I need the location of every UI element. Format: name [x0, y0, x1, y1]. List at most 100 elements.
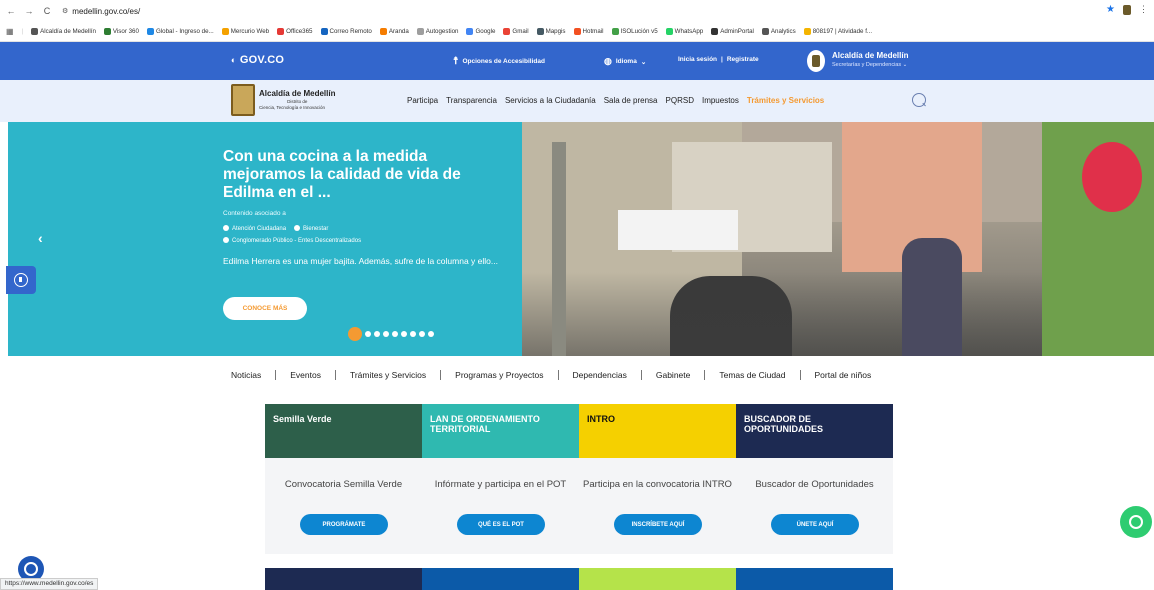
carousel-prev-icon[interactable]: ‹ [38, 230, 43, 246]
bookmark-item[interactable]: Autogestion [416, 28, 458, 35]
card-title: Infórmate y participa en el POT [434, 479, 567, 490]
bookmark-label: Mapgis [545, 28, 566, 35]
bookmark-item[interactable]: Alcaldía de Medellín [31, 28, 96, 35]
bookmark-item[interactable]: Mercurio Web [221, 28, 269, 35]
bookmark-label: ISOLución v5 [620, 28, 658, 35]
menu-item[interactable]: Participa [407, 96, 438, 105]
bookmark-item[interactable]: Aranda [379, 28, 409, 35]
carousel-dot-6[interactable] [401, 331, 407, 337]
bookmark-item[interactable]: Google [466, 28, 495, 35]
bookmark-item[interactable]: ISOLución v5 [611, 28, 658, 35]
bookmark-item[interactable]: WhatsApp [665, 28, 703, 35]
bookmark-label: AdminPortal [720, 28, 754, 35]
secondary-nav-item[interactable]: Gabinete [642, 370, 706, 380]
language-select[interactable]: ◍ Idioma ⌄ [604, 56, 646, 67]
bookmark-item[interactable]: 808197 | Atividade f... [803, 28, 873, 35]
bookmark-item[interactable]: AdminPortal [711, 28, 754, 35]
secondary-nav-item[interactable]: Noticias [231, 370, 277, 380]
card-button[interactable]: INSCRÍBETE AQUÍ [614, 514, 702, 535]
site-info-icon[interactable]: ⚙ [62, 7, 68, 15]
menu-item[interactable]: Sala de prensa [604, 96, 658, 105]
secondary-nav-item[interactable]: Portal de niños [801, 370, 886, 380]
card-image-text: INTRO [587, 414, 615, 424]
back-icon[interactable]: ← [4, 4, 18, 18]
carousel-dot-3[interactable] [374, 331, 380, 337]
bookmark-label: Google [475, 28, 496, 35]
secondary-nav-item[interactable]: Dependencias [559, 370, 642, 380]
hero-title[interactable]: Con una cocina a la medida mejoramos la … [223, 148, 493, 202]
card-button[interactable]: ÚNETE AQUÍ [771, 514, 859, 535]
bookmark-item[interactable]: Hotmail [573, 28, 604, 35]
banner-1[interactable] [265, 568, 422, 590]
bookmark-item[interactable]: Office365 [277, 28, 313, 35]
banner-2[interactable] [422, 568, 579, 590]
carousel-dot-8[interactable] [419, 331, 425, 337]
login-link[interactable]: Inicia sesión [678, 56, 717, 63]
whatsapp-icon[interactable] [1120, 506, 1152, 538]
hero-tag[interactable]: Bienestar [294, 225, 328, 232]
hero-cta-button[interactable]: CONOCE MÁS [223, 297, 307, 320]
carousel-dot-2[interactable] [365, 331, 371, 337]
secondary-nav-item[interactable]: Temas de Ciudad [705, 370, 801, 380]
carousel-dot-4[interactable] [383, 331, 389, 337]
carousel-dot-1[interactable] [348, 327, 362, 341]
apps-grid-icon[interactable]: ▦ [6, 27, 14, 36]
carousel-dots [348, 327, 434, 341]
logo-title: Alcaldía de Medellín [259, 89, 336, 98]
accessibility-icon[interactable] [6, 266, 36, 294]
menu-item[interactable]: Servicios a la Ciudadanía [505, 96, 596, 105]
menu-item[interactable]: Impuestos [702, 96, 739, 105]
banner-4[interactable] [736, 568, 893, 590]
register-link[interactable]: Registrate [727, 56, 759, 63]
alcaldia-title[interactable]: Alcaldía de Medellín [832, 51, 908, 60]
carousel-dot-5[interactable] [392, 331, 398, 337]
alcaldia-dependencies[interactable]: Secretarías y Dependencias ⌄ [832, 62, 907, 68]
bookmark-item[interactable]: Mapgis [536, 28, 566, 35]
card-image[interactable]: BUSCADOR DE OPORTUNIDADES [736, 404, 893, 458]
gov-shield-icon: ◐ [231, 55, 237, 65]
bookmark-label: 808197 | Atividade f... [812, 28, 873, 35]
bookmark-item[interactable]: Correo Remoto [320, 28, 372, 35]
secondary-nav-item[interactable]: Programas y Proyectos [441, 370, 559, 380]
url-field[interactable]: ⚙ medellin.gov.co/es/ [62, 7, 140, 16]
secondary-nav-item[interactable]: Eventos [276, 370, 336, 380]
search-icon[interactable] [912, 93, 926, 107]
card-image[interactable]: LAN DE ORDENAMIENTO TERRITORIAL [422, 404, 579, 458]
bookmark-label: Visor 360 [112, 28, 139, 35]
hero-tag[interactable]: Atención Ciudadana [223, 225, 287, 232]
site-navigation: Alcaldía de Medellín Distrito de Ciencia… [0, 80, 1154, 122]
card-image[interactable]: Semilla Verde [265, 404, 422, 458]
reload-icon[interactable]: C [40, 4, 54, 18]
card-button[interactable]: PROGRÁMATE [300, 514, 388, 535]
card-image-text: BUSCADOR DE OPORTUNIDADES [744, 414, 824, 434]
card-button[interactable]: QUÉ ES EL POT [457, 514, 545, 535]
bookmark-item[interactable]: Global - Ingreso de... [146, 28, 214, 35]
bookmark-item[interactable]: Gmail [503, 28, 529, 35]
hero-tag-label: Atención Ciudadana [232, 226, 287, 232]
menu-dots-icon[interactable]: ⋮ [1139, 4, 1148, 15]
gov-logo[interactable]: ◐ GOV.CO [231, 54, 284, 66]
banner-3[interactable] [579, 568, 736, 590]
carousel-dot-7[interactable] [410, 331, 416, 337]
accessibility-options[interactable]: ☨ Opciones de Accesibilidad [453, 56, 545, 67]
bookmark-item[interactable]: Analytics [761, 28, 796, 35]
secondary-nav-item[interactable]: Trámites y Servicios [336, 370, 442, 380]
carousel-dot-9[interactable] [428, 331, 434, 337]
card-image-text: Semilla Verde [273, 414, 332, 424]
tag-bullet-icon [294, 225, 301, 231]
hero-description: Edilma Herrera es una mujer bajita. Adem… [223, 256, 498, 266]
site-logo[interactable]: Alcaldía de Medellín Distrito de Ciencia… [231, 84, 335, 116]
card-title: Buscador de Oportunidades [755, 479, 874, 490]
medellin-crest-icon [231, 84, 255, 116]
card-image[interactable]: INTRO [579, 404, 736, 458]
bookmark-star-icon[interactable]: ★ [1106, 4, 1115, 15]
forward-icon[interactable]: → [22, 4, 36, 18]
menu-item[interactable]: Trámites y Servicios [747, 96, 824, 105]
menu-item[interactable]: PQRSD [666, 96, 694, 105]
bookmark-label: Office365 [286, 28, 313, 35]
extension-icon[interactable] [1123, 4, 1131, 15]
bookmark-item[interactable]: Visor 360 [103, 28, 139, 35]
hero-tag[interactable]: Conglomerado Público - Entes Descentrali… [223, 237, 361, 244]
menu-item[interactable]: Transparencia [446, 96, 497, 105]
bookmark-label: Correo Remoto [329, 28, 372, 35]
